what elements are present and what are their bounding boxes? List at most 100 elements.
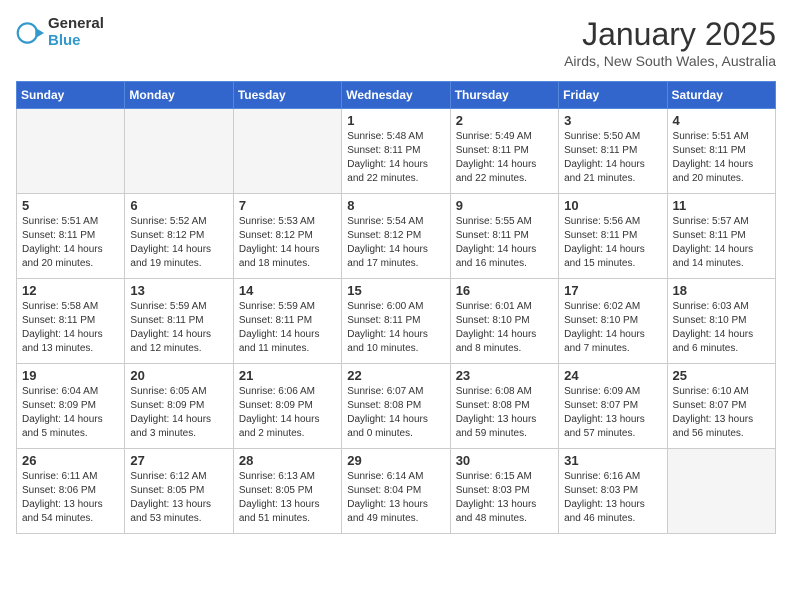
day-number: 28	[239, 453, 336, 468]
calendar-day-cell: 30 Sunrise: 6:15 AM Sunset: 8:03 PM Dayli…	[450, 449, 558, 534]
day-info: Sunrise: 6:04 AM Sunset: 8:09 PM Dayligh…	[22, 385, 119, 441]
day-info: Sunrise: 5:51 AM Sunset: 8:11 PM Dayligh…	[673, 130, 770, 186]
calendar-week-row: 1 Sunrise: 5:48 AM Sunset: 8:11 PM Daylig…	[17, 109, 776, 194]
day-number: 11	[673, 198, 770, 213]
day-info: Sunrise: 6:02 AM Sunset: 8:10 PM Dayligh…	[564, 300, 661, 356]
day-number: 16	[456, 283, 553, 298]
day-info: Sunrise: 5:54 AM Sunset: 8:12 PM Dayligh…	[347, 215, 444, 271]
calendar-day-cell: 1 Sunrise: 5:48 AM Sunset: 8:11 PM Daylig…	[342, 109, 450, 194]
day-number: 21	[239, 368, 336, 383]
calendar-day-cell: 9 Sunrise: 5:55 AM Sunset: 8:11 PM Daylig…	[450, 194, 558, 279]
day-info: Sunrise: 6:11 AM Sunset: 8:06 PM Dayligh…	[22, 470, 119, 526]
calendar-day-cell: 20 Sunrise: 6:05 AM Sunset: 8:09 PM Dayli…	[125, 364, 233, 449]
day-number: 17	[564, 283, 661, 298]
weekday-header: Wednesday	[342, 82, 450, 109]
day-info: Sunrise: 6:13 AM Sunset: 8:05 PM Dayligh…	[239, 470, 336, 526]
day-info: Sunrise: 6:14 AM Sunset: 8:04 PM Dayligh…	[347, 470, 444, 526]
day-number: 26	[22, 453, 119, 468]
calendar-day-cell: 18 Sunrise: 6:03 AM Sunset: 8:10 PM Dayli…	[667, 279, 775, 364]
day-info: Sunrise: 6:05 AM Sunset: 8:09 PM Dayligh…	[130, 385, 227, 441]
day-number: 1	[347, 113, 444, 128]
calendar-day-cell	[17, 109, 125, 194]
day-info: Sunrise: 5:53 AM Sunset: 8:12 PM Dayligh…	[239, 215, 336, 271]
calendar-day-cell: 28 Sunrise: 6:13 AM Sunset: 8:05 PM Dayli…	[233, 449, 341, 534]
calendar-day-cell: 17 Sunrise: 6:02 AM Sunset: 8:10 PM Dayli…	[559, 279, 667, 364]
calendar-day-cell: 3 Sunrise: 5:50 AM Sunset: 8:11 PM Daylig…	[559, 109, 667, 194]
day-number: 30	[456, 453, 553, 468]
day-number: 22	[347, 368, 444, 383]
calendar-day-cell: 19 Sunrise: 6:04 AM Sunset: 8:09 PM Dayli…	[17, 364, 125, 449]
calendar-day-cell	[125, 109, 233, 194]
logo: General Blue	[16, 16, 104, 49]
calendar-day-cell: 4 Sunrise: 5:51 AM Sunset: 8:11 PM Daylig…	[667, 109, 775, 194]
day-number: 27	[130, 453, 227, 468]
day-number: 6	[130, 198, 227, 213]
calendar-day-cell: 24Sunrise: 6:09 AM Sunset: 8:07 PM Dayli…	[559, 364, 667, 449]
day-number: 4	[673, 113, 770, 128]
day-number: 13	[130, 283, 227, 298]
calendar-day-cell: 11 Sunrise: 5:57 AM Sunset: 8:11 PM Dayli…	[667, 194, 775, 279]
day-info: Sunrise: 6:00 AM Sunset: 8:11 PM Dayligh…	[347, 300, 444, 356]
day-number: 20	[130, 368, 227, 383]
day-info: Sunrise: 5:52 AM Sunset: 8:12 PM Dayligh…	[130, 215, 227, 271]
day-info: Sunrise: 5:56 AM Sunset: 8:11 PM Dayligh…	[564, 215, 661, 271]
calendar-day-cell	[233, 109, 341, 194]
day-info: Sunrise: 6:15 AM Sunset: 8:03 PM Dayligh…	[456, 470, 553, 526]
day-number: 5	[22, 198, 119, 213]
calendar-day-cell: 25 Sunrise: 6:10 AM Sunset: 8:07 PM Dayli…	[667, 364, 775, 449]
calendar-day-cell: 23Sunrise: 6:08 AM Sunset: 8:08 PM Dayli…	[450, 364, 558, 449]
day-info: Sunrise: 5:55 AM Sunset: 8:11 PM Dayligh…	[456, 215, 553, 271]
day-info: Sunrise: 6:16 AM Sunset: 8:03 PM Dayligh…	[564, 470, 661, 526]
calendar-day-cell: 22Sunrise: 6:07 AM Sunset: 8:08 PM Dayli…	[342, 364, 450, 449]
calendar-day-cell: 26 Sunrise: 6:11 AM Sunset: 8:06 PM Dayli…	[17, 449, 125, 534]
weekday-header: Sunday	[17, 82, 125, 109]
day-info: Sunrise: 5:59 AM Sunset: 8:11 PM Dayligh…	[239, 300, 336, 356]
title-block: January 2025 Airds, New South Wales, Aus…	[564, 16, 776, 69]
day-info: Sunrise: 5:48 AM Sunset: 8:11 PM Dayligh…	[347, 130, 444, 186]
day-number: 19	[22, 368, 119, 383]
day-info: Sunrise: 5:57 AM Sunset: 8:11 PM Dayligh…	[673, 215, 770, 271]
logo-icon	[16, 19, 44, 47]
calendar-day-cell: 14 Sunrise: 5:59 AM Sunset: 8:11 PM Dayli…	[233, 279, 341, 364]
calendar-day-cell: 7 Sunrise: 5:53 AM Sunset: 8:12 PM Daylig…	[233, 194, 341, 279]
weekday-header: Thursday	[450, 82, 558, 109]
calendar-table: SundayMondayTuesdayWednesdayThursdayFrid…	[16, 81, 776, 534]
calendar-day-cell: 16 Sunrise: 6:01 AM Sunset: 8:10 PM Dayli…	[450, 279, 558, 364]
calendar-day-cell: 5 Sunrise: 5:51 AM Sunset: 8:11 PM Daylig…	[17, 194, 125, 279]
calendar-day-cell	[667, 449, 775, 534]
day-number: 25	[673, 368, 770, 383]
calendar-day-cell: 6 Sunrise: 5:52 AM Sunset: 8:12 PM Daylig…	[125, 194, 233, 279]
day-number: 29	[347, 453, 444, 468]
weekday-header: Saturday	[667, 82, 775, 109]
day-number: 14	[239, 283, 336, 298]
calendar-week-row: 12Sunrise: 5:58 AM Sunset: 8:11 PM Dayli…	[17, 279, 776, 364]
day-info: Sunrise: 5:49 AM Sunset: 8:11 PM Dayligh…	[456, 130, 553, 186]
day-info: Sunrise: 6:06 AM Sunset: 8:09 PM Dayligh…	[239, 385, 336, 441]
day-number: 23	[456, 368, 553, 383]
day-info: Sunrise: 6:12 AM Sunset: 8:05 PM Dayligh…	[130, 470, 227, 526]
calendar-day-cell: 15Sunrise: 6:00 AM Sunset: 8:11 PM Dayli…	[342, 279, 450, 364]
day-info: Sunrise: 5:51 AM Sunset: 8:11 PM Dayligh…	[22, 215, 119, 271]
day-number: 9	[456, 198, 553, 213]
day-info: Sunrise: 6:10 AM Sunset: 8:07 PM Dayligh…	[673, 385, 770, 441]
weekday-header: Tuesday	[233, 82, 341, 109]
calendar-day-cell: 31Sunrise: 6:16 AM Sunset: 8:03 PM Dayli…	[559, 449, 667, 534]
day-info: Sunrise: 5:50 AM Sunset: 8:11 PM Dayligh…	[564, 130, 661, 186]
logo-blue-text: Blue	[48, 33, 104, 50]
calendar-day-cell: 8Sunrise: 5:54 AM Sunset: 8:12 PM Daylig…	[342, 194, 450, 279]
calendar-day-cell: 2 Sunrise: 5:49 AM Sunset: 8:11 PM Daylig…	[450, 109, 558, 194]
day-number: 3	[564, 113, 661, 128]
day-number: 7	[239, 198, 336, 213]
day-number: 10	[564, 198, 661, 213]
calendar-week-row: 26 Sunrise: 6:11 AM Sunset: 8:06 PM Dayli…	[17, 449, 776, 534]
logo-general-text: General	[48, 16, 104, 33]
page-header: General Blue January 2025 Airds, New Sou…	[16, 16, 776, 69]
calendar-header-row: SundayMondayTuesdayWednesdayThursdayFrid…	[17, 82, 776, 109]
day-info: Sunrise: 6:03 AM Sunset: 8:10 PM Dayligh…	[673, 300, 770, 356]
calendar-day-cell: 21 Sunrise: 6:06 AM Sunset: 8:09 PM Dayli…	[233, 364, 341, 449]
day-info: Sunrise: 6:01 AM Sunset: 8:10 PM Dayligh…	[456, 300, 553, 356]
calendar-day-cell: 12Sunrise: 5:58 AM Sunset: 8:11 PM Dayli…	[17, 279, 125, 364]
day-number: 2	[456, 113, 553, 128]
calendar-day-cell: 27 Sunrise: 6:12 AM Sunset: 8:05 PM Dayli…	[125, 449, 233, 534]
day-number: 18	[673, 283, 770, 298]
